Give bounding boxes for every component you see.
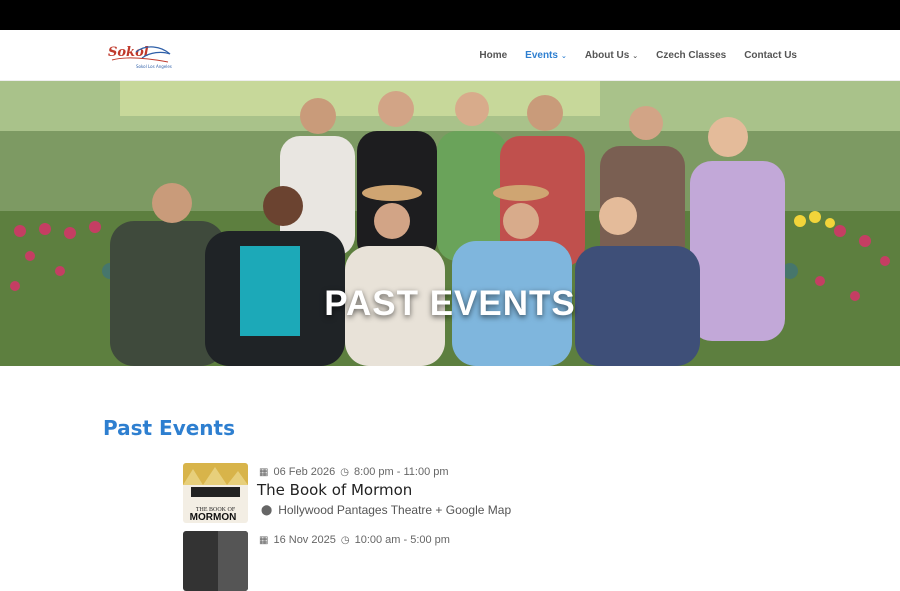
clock-icon: ◷	[340, 534, 350, 546]
calendar-icon: ▦	[259, 466, 269, 478]
event-thumbnail[interactable]: THE BOOK OF MORMON	[183, 463, 248, 523]
event-item[interactable]: THE BOOK OF MORMON ▦ 06 Feb 2026 ◷ 8:00 …	[183, 463, 683, 523]
hero-title: PAST EVENTS	[324, 284, 576, 323]
event-date: 06 Feb 2026	[273, 466, 336, 478]
nav-events[interactable]: Events ⌄	[525, 50, 567, 61]
svg-text:Sokol Los Angeles: Sokol Los Angeles	[136, 64, 172, 69]
chevron-down-icon: ⌄	[560, 52, 567, 60]
event-location: ⬤ Hollywood Pantages Theatre + Google Ma…	[261, 503, 511, 517]
event-meta: ▦ 16 Nov 2025 ◷ 10:00 am - 5:00 pm	[259, 534, 450, 546]
main-nav: Home Events ⌄ About Us ⌄ Czech Classes Con…	[479, 30, 797, 81]
hero-banner: PAST EVENTS	[0, 81, 900, 366]
site-logo[interactable]: Sokol Sokol Los Angeles	[106, 42, 172, 70]
event-time: 8:00 pm - 11:00 pm	[353, 466, 449, 478]
event-title[interactable]: The Book of Mormon	[257, 481, 412, 499]
nav-home[interactable]: Home	[479, 50, 507, 61]
map-pin-icon: ⬤	[261, 504, 273, 516]
calendar-icon: ▦	[259, 534, 269, 546]
nav-contact-us[interactable]: Contact Us	[744, 50, 797, 61]
event-time: 10:00 am - 5:00 pm	[354, 534, 450, 546]
event-meta: ▦ 06 Feb 2026 ◷ 8:00 pm - 11:00 pm	[259, 466, 449, 478]
top-black-bar	[0, 0, 900, 30]
event-item[interactable]: ▦ 16 Nov 2025 ◷ 10:00 am - 5:00 pm	[183, 531, 683, 591]
event-thumbnail[interactable]	[183, 531, 248, 591]
nav-about-us[interactable]: About Us ⌄	[585, 50, 638, 61]
svg-text:MORMON: MORMON	[190, 512, 237, 523]
event-location-text[interactable]: Hollywood Pantages Theatre + Google Map	[278, 503, 511, 517]
section-title: Past Events	[103, 416, 236, 440]
clock-icon: ◷	[340, 466, 349, 478]
event-date: 16 Nov 2025	[273, 534, 336, 546]
nav-czech-classes[interactable]: Czech Classes	[656, 50, 726, 61]
site-header: Sokol Sokol Los Angeles Home Events ⌄ Abo…	[0, 30, 900, 81]
chevron-down-icon: ⌄	[632, 52, 639, 60]
